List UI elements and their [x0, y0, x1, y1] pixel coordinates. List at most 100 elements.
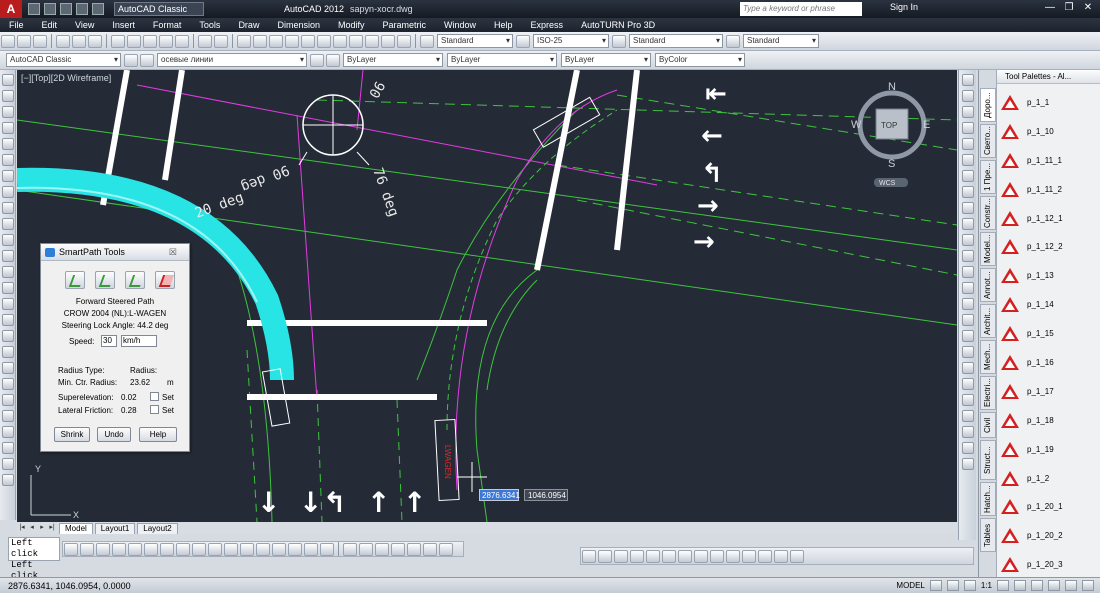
dynamic-input-x[interactable]: 2876.6341 — [479, 489, 520, 501]
snap-tangent-icon[interactable] — [208, 542, 222, 556]
preview-icon[interactable] — [72, 34, 86, 48]
menu-express[interactable]: Express — [522, 20, 573, 30]
dim-style-select[interactable]: ISO-25 — [533, 34, 609, 48]
menu-insert[interactable]: Insert — [103, 20, 144, 30]
snap-midpoint-icon[interactable] — [112, 542, 126, 556]
last-tab-icon[interactable]: ▸| — [47, 523, 57, 533]
arc-path-button[interactable] — [125, 271, 145, 289]
forward-path-button[interactable] — [65, 271, 85, 289]
menu-file[interactable]: File — [0, 20, 33, 30]
extend-icon[interactable] — [962, 234, 974, 246]
viewport-controls-label[interactable]: [−][Top][2D Wireframe] — [21, 73, 111, 83]
first-tab-icon[interactable]: |◂ — [17, 523, 27, 533]
palette-tool[interactable]: p_1_2 — [1001, 464, 1099, 493]
palette-tab[interactable]: Civil — [980, 412, 996, 438]
palette-tab[interactable]: Доро... — [980, 88, 996, 122]
palette-tool[interactable]: p_1_12_2 — [1001, 232, 1099, 261]
hardware-accel-icon[interactable] — [1048, 580, 1060, 591]
snap-insert-icon[interactable] — [256, 542, 270, 556]
new-icon[interactable] — [28, 3, 40, 15]
revision-cloud-icon[interactable] — [2, 186, 14, 198]
dim-radius-icon[interactable] — [407, 542, 421, 556]
snap-node-icon[interactable] — [272, 542, 286, 556]
bring-front-icon[interactable] — [962, 378, 974, 390]
make-block-icon[interactable] — [2, 266, 14, 278]
open-icon[interactable] — [44, 3, 56, 15]
palette-tool[interactable]: p_1_12_1 — [1001, 204, 1099, 233]
palette-tool[interactable]: p_1_16 — [1001, 348, 1099, 377]
compass-east[interactable]: E — [923, 119, 930, 131]
table-style-icon[interactable] — [612, 34, 626, 48]
open-icon[interactable] — [17, 34, 31, 48]
lock-icon[interactable] — [1031, 580, 1043, 591]
autoturn-tool-2-icon[interactable] — [2, 410, 14, 422]
layer-select[interactable]: осевые линии — [157, 53, 307, 67]
draw-order-icon[interactable] — [962, 362, 974, 374]
snap-intersection-icon[interactable] — [128, 542, 142, 556]
superelevation-set-checkbox[interactable] — [150, 392, 159, 401]
design-center-icon[interactable] — [317, 34, 331, 48]
menu-dimension[interactable]: Dimension — [268, 20, 329, 30]
autoturn-corner-icon[interactable] — [646, 549, 660, 563]
bring-above-icon[interactable] — [962, 410, 974, 422]
dynamic-input-y[interactable]: 1046.0954 — [524, 489, 568, 501]
dialog-title-bar[interactable]: SmartPath Tools ☒ — [41, 244, 189, 261]
undo-icon[interactable] — [198, 34, 212, 48]
palette-tab[interactable]: Struct... — [980, 440, 996, 480]
qnew-icon[interactable] — [1, 34, 15, 48]
multileader-style-select[interactable]: Standard — [743, 34, 819, 48]
ellipse-icon[interactable] — [2, 218, 14, 230]
calculator-icon[interactable] — [381, 34, 395, 48]
shrink-button[interactable]: Shrink — [54, 427, 90, 442]
save-icon[interactable] — [33, 34, 47, 48]
reverse-path-button[interactable] — [95, 271, 115, 289]
copy-object-icon[interactable] — [962, 90, 974, 102]
compass-south[interactable]: S — [888, 158, 895, 170]
dim-arc-icon[interactable] — [375, 542, 389, 556]
tab-layout1[interactable]: Layout1 — [94, 522, 136, 534]
palette-tool[interactable]: p_1_11_2 — [1001, 175, 1099, 204]
erase-icon[interactable] — [962, 74, 974, 86]
color-select[interactable]: ByLayer — [343, 53, 443, 67]
palette-tool[interactable]: p_1_20_2 — [1001, 521, 1099, 550]
undo-icon[interactable] — [76, 3, 88, 15]
text-front-icon[interactable] — [962, 442, 974, 454]
snap-none-icon[interactable] — [304, 542, 318, 556]
autoturn-help-icon[interactable] — [790, 549, 804, 563]
compass-north[interactable]: N — [888, 81, 896, 93]
annotation-visibility-icon[interactable] — [997, 580, 1009, 591]
autoturn-settings-icon[interactable] — [774, 549, 788, 563]
menu-help[interactable]: Help — [485, 20, 522, 30]
make-current-layer-icon[interactable] — [310, 53, 324, 67]
palette-tab[interactable]: Tables — [980, 518, 996, 552]
palette-tool[interactable]: p_1_19 — [1001, 435, 1099, 464]
text-style-icon[interactable] — [420, 34, 434, 48]
menu-window[interactable]: Window — [435, 20, 485, 30]
plot-icon[interactable] — [56, 34, 70, 48]
help-icon[interactable] — [397, 34, 411, 48]
lateral-friction-set-checkbox[interactable] — [150, 405, 159, 414]
palette-tab[interactable]: Annot... — [980, 268, 996, 302]
menu-edit[interactable]: Edit — [33, 20, 67, 30]
model-space-toggle[interactable]: MODEL — [896, 581, 924, 590]
rectangle-icon[interactable] — [2, 138, 14, 150]
speed-unit-select[interactable]: km/h — [121, 335, 157, 347]
palette-title[interactable]: Tool Palettes - Al... — [997, 70, 1100, 84]
layer-previous-icon[interactable] — [326, 53, 340, 67]
next-tab-icon[interactable]: ▸ — [37, 523, 47, 533]
break-point-icon[interactable] — [962, 250, 974, 262]
palette-tool[interactable]: p_1_20_1 — [1001, 492, 1099, 521]
stretch-icon[interactable] — [962, 202, 974, 214]
coordinate-readout[interactable]: 2876.6341, 1046.0954, 0.0000 — [8, 581, 131, 591]
stop-path-button[interactable] — [155, 271, 175, 289]
table-icon[interactable] — [2, 346, 14, 358]
palette-tool[interactable]: p_1_1 — [1001, 88, 1099, 117]
hatch-back-icon[interactable] — [962, 458, 974, 470]
menu-modify[interactable]: Modify — [329, 20, 374, 30]
save-icon[interactable] — [60, 3, 72, 15]
dim-diameter-icon[interactable] — [423, 542, 437, 556]
zoom-previous-icon[interactable] — [285, 34, 299, 48]
circle-icon[interactable] — [2, 170, 14, 182]
menu-draw[interactable]: Draw — [229, 20, 268, 30]
autoturn-animate-icon[interactable] — [710, 549, 724, 563]
